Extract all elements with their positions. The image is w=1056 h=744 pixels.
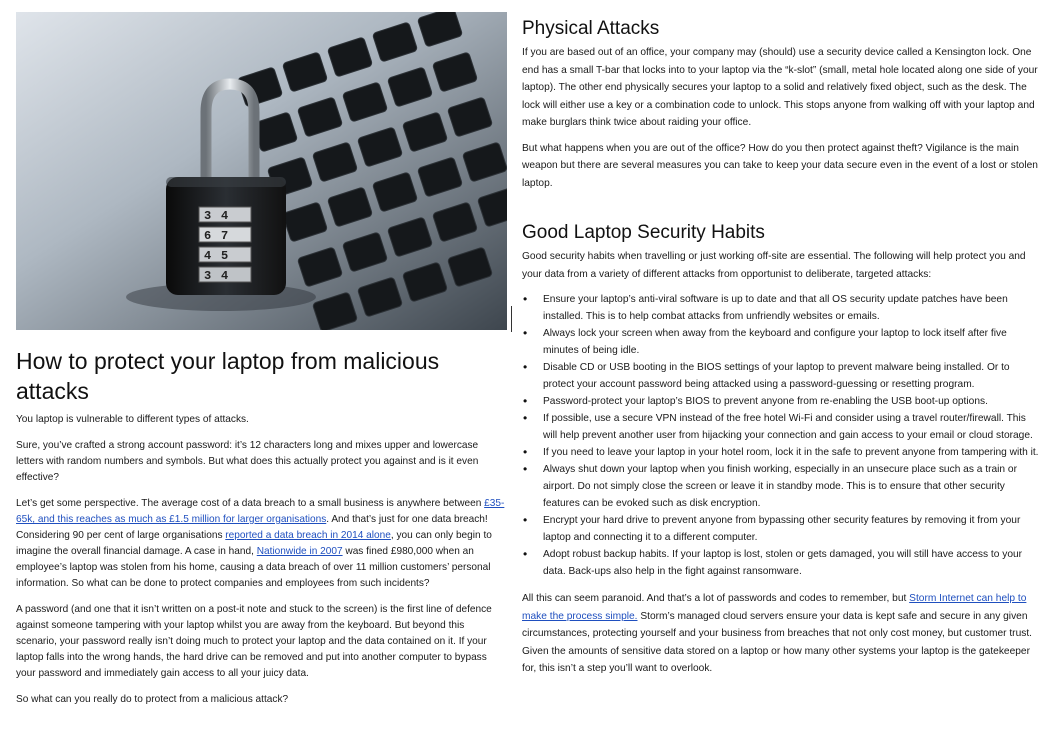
list-item: Disable CD or USB booting in the BIOS se… [522, 359, 1042, 393]
perspective-paragraph: Let’s get some perspective. The average … [16, 496, 508, 592]
dial-digit: 4 [221, 269, 228, 283]
text-cursor [511, 306, 512, 332]
list-item: Encrypt your hard drive to prevent anyon… [522, 512, 1042, 546]
defence-paragraph: A password (and one that it isn’t writte… [16, 604, 492, 679]
list-item: If you need to leave your laptop in your… [522, 444, 1042, 461]
physical-attacks-heading: Physical Attacks [522, 18, 660, 39]
dial-digit: 5 [221, 249, 228, 263]
list-item: If possible, use a secure VPN instead of… [522, 410, 1042, 444]
left-column: 3 4 6 7 4 5 3 4 How to protect your lapt… [16, 12, 508, 718]
dial-digit: 3 [204, 209, 211, 223]
page-title: How to protect your laptop from maliciou… [16, 348, 440, 404]
list-item: Always lock your screen when away from t… [522, 325, 1042, 359]
list-item: Always shut down your laptop when you fi… [522, 461, 1042, 512]
habits-intro: Good security habits when travelling or … [522, 251, 1026, 280]
password-paragraph: Sure, you’ve crafted a strong account pa… [16, 440, 479, 483]
kensington-paragraph: If you are based out of an office, your … [522, 47, 1038, 128]
dial-digit: 4 [221, 209, 228, 223]
question-paragraph: So what can you really do to protect fro… [16, 694, 289, 705]
dial-digit: 6 [204, 229, 211, 243]
dial-digit: 3 [204, 269, 211, 283]
closing-paragraph: All this can seem paranoid. And that’s a… [522, 590, 1042, 678]
out-of-office-paragraph: But what happens when you are out of the… [522, 142, 1038, 189]
list-item: Adopt robust backup habits. If your lapt… [522, 546, 1042, 580]
breach-report-2014-link[interactable]: reported a data breach in 2014 alone [225, 530, 391, 541]
nationwide-2007-link[interactable]: Nationwide in 2007 [257, 546, 343, 557]
dial-digit: 7 [221, 229, 228, 243]
list-item: Ensure your laptop’s anti-viral software… [522, 291, 1042, 325]
dial-digit: 4 [204, 249, 211, 263]
right-column: Physical Attacks If you are based out of… [522, 18, 1042, 686]
security-habits-heading: Good Laptop Security Habits [522, 222, 765, 243]
list-item: Password-protect your laptop’s BIOS to p… [522, 393, 1042, 410]
text-run: All this can seem paranoid. And that’s a… [522, 593, 910, 604]
hero-image: 3 4 6 7 4 5 3 4 [16, 12, 507, 330]
habits-list: Ensure your laptop’s anti-viral software… [522, 291, 1042, 580]
text-run: Let’s get some perspective. The average … [16, 498, 485, 509]
intro-paragraph: You laptop is vulnerable to different ty… [16, 414, 249, 425]
padlock-on-keyboard-image: 3 4 6 7 4 5 3 4 [16, 12, 507, 330]
